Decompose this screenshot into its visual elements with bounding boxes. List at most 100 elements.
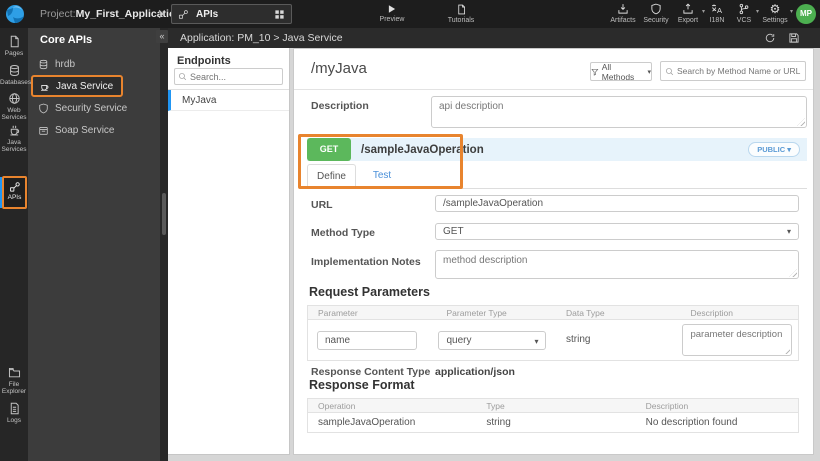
response-content-type-label: Response Content Type: [311, 366, 431, 378]
table-header-row: Parameter Parameter Type Data Type Descr…: [307, 305, 799, 320]
refresh-icon[interactable]: [764, 32, 776, 44]
http-method-badge: GET: [307, 138, 351, 161]
resize-grip-icon[interactable]: [782, 346, 791, 354]
play-icon: [388, 5, 396, 13]
upload-icon: [683, 3, 693, 14]
endpoints-title: Endpoints: [177, 55, 231, 67]
collapse-panel-button[interactable]: «: [156, 30, 168, 43]
method-type-label: Method Type: [311, 227, 375, 239]
gear-icon: ⚙: [769, 2, 781, 16]
filter-icon: [591, 68, 599, 76]
sidebar-item-java-services[interactable]: Java Services: [0, 124, 28, 153]
top-bar: Project:My_First_Application APIs Previe…: [0, 0, 820, 28]
parameter-type-select[interactable]: query ▾: [438, 331, 547, 350]
folder-icon: [8, 367, 20, 378]
api-icon: [178, 9, 188, 19]
log-file-icon: [10, 402, 19, 415]
translate-icon: A: [712, 4, 722, 15]
branch-icon: [739, 3, 749, 15]
url-input[interactable]: [435, 195, 799, 212]
globe-icon: [8, 93, 20, 104]
security-button[interactable]: Security: [640, 3, 672, 24]
database-icon: [39, 59, 48, 69]
sidebar-item-file-explorer[interactable]: File Explorer: [0, 366, 28, 395]
user-avatar[interactable]: MP: [796, 4, 816, 24]
operation-path: /sampleJavaOperation: [361, 143, 484, 156]
settings-button[interactable]: ⚙ ▾ Settings: [758, 2, 793, 24]
core-item-java-service[interactable]: Java Service: [28, 75, 160, 97]
caret-down-icon: ▾: [787, 145, 791, 154]
api-icon: [9, 182, 20, 192]
divider: [294, 89, 813, 90]
core-item-security-service[interactable]: Security Service: [28, 97, 160, 119]
core-apis-title: Core APIs: [40, 34, 93, 46]
coffee-icon: [9, 125, 19, 136]
parameter-name-input[interactable]: [317, 331, 417, 350]
topbar-actions: Artifacts Security ▾ Export A I18N ▾ VCS…: [606, 2, 793, 24]
svg-text:A: A: [717, 6, 722, 15]
save-icon[interactable]: [788, 32, 800, 44]
shield-icon: [39, 103, 48, 113]
export-button[interactable]: ▾ Export: [672, 3, 705, 24]
endpoints-panel: Endpoints MyJava: [168, 48, 290, 455]
caret-down-icon: ▾: [789, 9, 793, 15]
response-content-type-value: application/json: [435, 366, 515, 378]
tab-test[interactable]: Test: [362, 164, 402, 189]
description-label: Description: [311, 100, 369, 112]
operation-row[interactable]: GET /sampleJavaOperation PUBLIC ▾: [307, 138, 807, 161]
parameter-description-textarea[interactable]: parameter description: [682, 324, 793, 356]
service-title: /myJava: [311, 60, 367, 77]
artifacts-button[interactable]: Artifacts: [606, 3, 640, 24]
soap-icon: [39, 126, 48, 135]
application-bar: Application: PM_10 > Java Service: [168, 28, 820, 48]
grid-icon: [275, 9, 284, 19]
implementation-notes-textarea[interactable]: method description: [435, 250, 799, 279]
methods-filter-dropdown[interactable]: All Methods ▾: [590, 62, 652, 82]
core-apis-panel: Core APIs hrdb Java Service Security Ser…: [28, 28, 160, 461]
operation-cell: sampleJavaOperation: [318, 417, 416, 428]
application-breadcrumb: Application: PM_10 > Java Service: [180, 32, 343, 44]
sidebar-item-logs[interactable]: Logs: [0, 402, 28, 424]
scrollbar-thumb[interactable]: [162, 193, 166, 235]
search-icon: [179, 73, 187, 81]
endpoint-item-myjava[interactable]: MyJava: [168, 90, 289, 111]
panel-splitter[interactable]: [160, 28, 168, 461]
method-search-input[interactable]: [677, 66, 801, 76]
method-type-select[interactable]: GET ▾: [435, 223, 799, 240]
table-row: sampleJavaOperation string No descriptio…: [307, 413, 799, 433]
caret-down-icon: ▾: [647, 68, 651, 76]
coffee-icon: [41, 84, 49, 91]
tab-define[interactable]: Define: [307, 164, 356, 189]
table-header-row: Operation Type Description: [307, 398, 799, 413]
endpoints-search-input[interactable]: [190, 71, 270, 82]
method-search[interactable]: [660, 61, 806, 81]
visibility-dropdown[interactable]: PUBLIC ▾: [748, 142, 800, 157]
core-item-hrdb[interactable]: hrdb: [28, 53, 160, 75]
sidebar-item-pages[interactable]: Pages: [0, 35, 28, 57]
database-icon: [9, 65, 19, 76]
preview-button[interactable]: Preview: [372, 4, 412, 23]
resize-grip-icon[interactable]: [797, 118, 805, 126]
selector-label: APIs: [196, 8, 219, 20]
response-format-table: Operation Type Description sampleJavaOpe…: [307, 398, 799, 433]
document-icon: [457, 4, 465, 15]
request-parameters-heading: Request Parameters: [309, 285, 430, 299]
vcs-button[interactable]: ▾ VCS: [730, 3, 759, 24]
sidebar-item-web-services[interactable]: Web Services: [0, 92, 28, 121]
left-icon-rail: Pages Databases Web Services Java Servic…: [0, 28, 31, 461]
shield-icon: [651, 3, 661, 15]
i18n-button[interactable]: A I18N: [704, 3, 730, 24]
description-textarea[interactable]: api description: [431, 96, 807, 128]
endpoints-search[interactable]: [174, 68, 283, 85]
request-parameters-table: Parameter Parameter Type Data Type Descr…: [307, 305, 799, 361]
sidebar-item-apis[interactable]: APIs: [2, 176, 27, 209]
resource-selector[interactable]: APIs: [171, 4, 292, 24]
page-icon: [10, 35, 19, 48]
caret-down-icon: ▾: [786, 227, 791, 236]
implementation-notes-label: Implementation Notes: [311, 256, 421, 268]
core-item-soap-service[interactable]: Soap Service: [28, 119, 160, 141]
resize-grip-icon[interactable]: [789, 269, 797, 277]
tutorials-button[interactable]: Tutorials: [438, 4, 484, 24]
sidebar-item-databases[interactable]: Databases: [0, 64, 31, 86]
wavemaker-logo-icon[interactable]: [5, 4, 25, 24]
